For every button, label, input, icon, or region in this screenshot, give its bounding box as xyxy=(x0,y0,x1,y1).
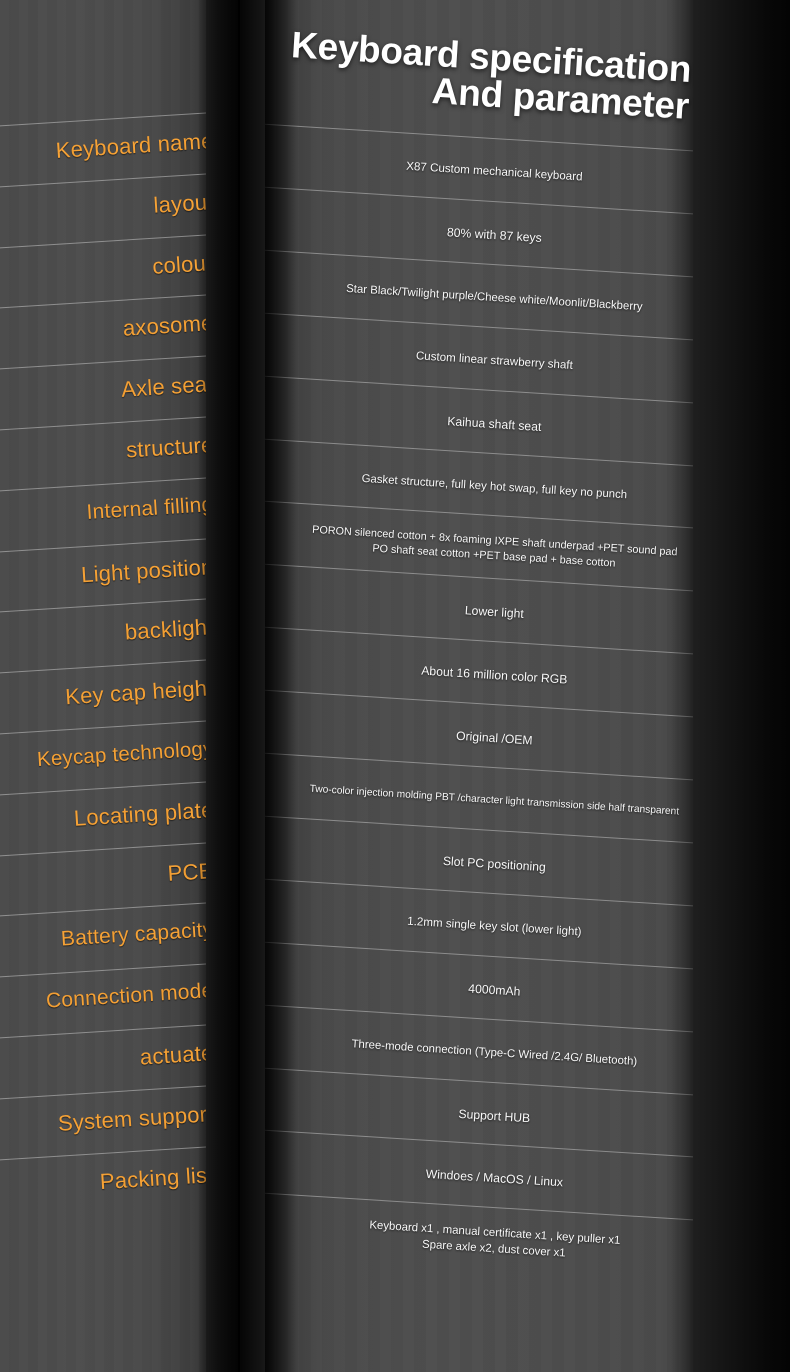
spec-label: Keyboard name xyxy=(54,127,212,163)
spec-label: System support xyxy=(57,1100,212,1136)
spec-label: Light position xyxy=(80,553,212,587)
spec-label: Key cap height xyxy=(64,674,212,710)
spec-value: Custom linear strawberry shaft xyxy=(415,349,574,372)
spec-label: Keycap technology xyxy=(36,736,212,771)
spec-label: Connection mode xyxy=(45,979,212,1014)
right-panel-right-shadow xyxy=(671,0,693,1372)
spec-value: Star Black/Twilight purple/Cheese white/… xyxy=(345,283,643,314)
panel-fold-gutter xyxy=(206,0,268,1372)
spec-value: 1.2mm single key slot (lower light) xyxy=(406,914,582,939)
spec-value: Slot PC positioning xyxy=(442,853,547,874)
spec-value: 4000mAh xyxy=(467,980,521,999)
spec-value: Keyboard x1 , manual certificate x1 , ke… xyxy=(369,1219,621,1261)
spec-value: Kaihua shaft seat xyxy=(446,413,542,434)
spec-label-rows: Keyboard name layout colour axosome Axle sea… xyxy=(0,0,212,1372)
spec-label: Internal filling xyxy=(85,493,212,525)
background-right-falloff xyxy=(693,0,790,1372)
spec-label: Locating plate xyxy=(73,796,212,831)
spec-value-rows: X87 Custom mechanical keyboard 80% with 8… xyxy=(265,0,693,1372)
spec-label-panel: Keyboard name layout colour axosome Axle sea… xyxy=(0,0,212,1372)
spec-label: Battery capacity xyxy=(60,918,212,952)
spec-value: 80% with 87 keys xyxy=(446,224,543,245)
spec-value: Two-color injection molding PBT /charact… xyxy=(309,783,680,818)
spec-label: Packing list xyxy=(99,1161,212,1194)
product-spec-infographic: Keyboard name layout colour axosome Axle sea… xyxy=(0,0,790,1372)
spec-value-panel: X87 Custom mechanical keyboard 80% with 8… xyxy=(265,0,693,1372)
right-panel-left-shadow xyxy=(265,0,299,1372)
fold-crease-line xyxy=(238,0,240,1372)
spec-value: Three-mode connection (Type-C Wired /2.4… xyxy=(351,1038,638,1068)
spec-value: X87 Custom mechanical keyboard xyxy=(405,159,583,184)
